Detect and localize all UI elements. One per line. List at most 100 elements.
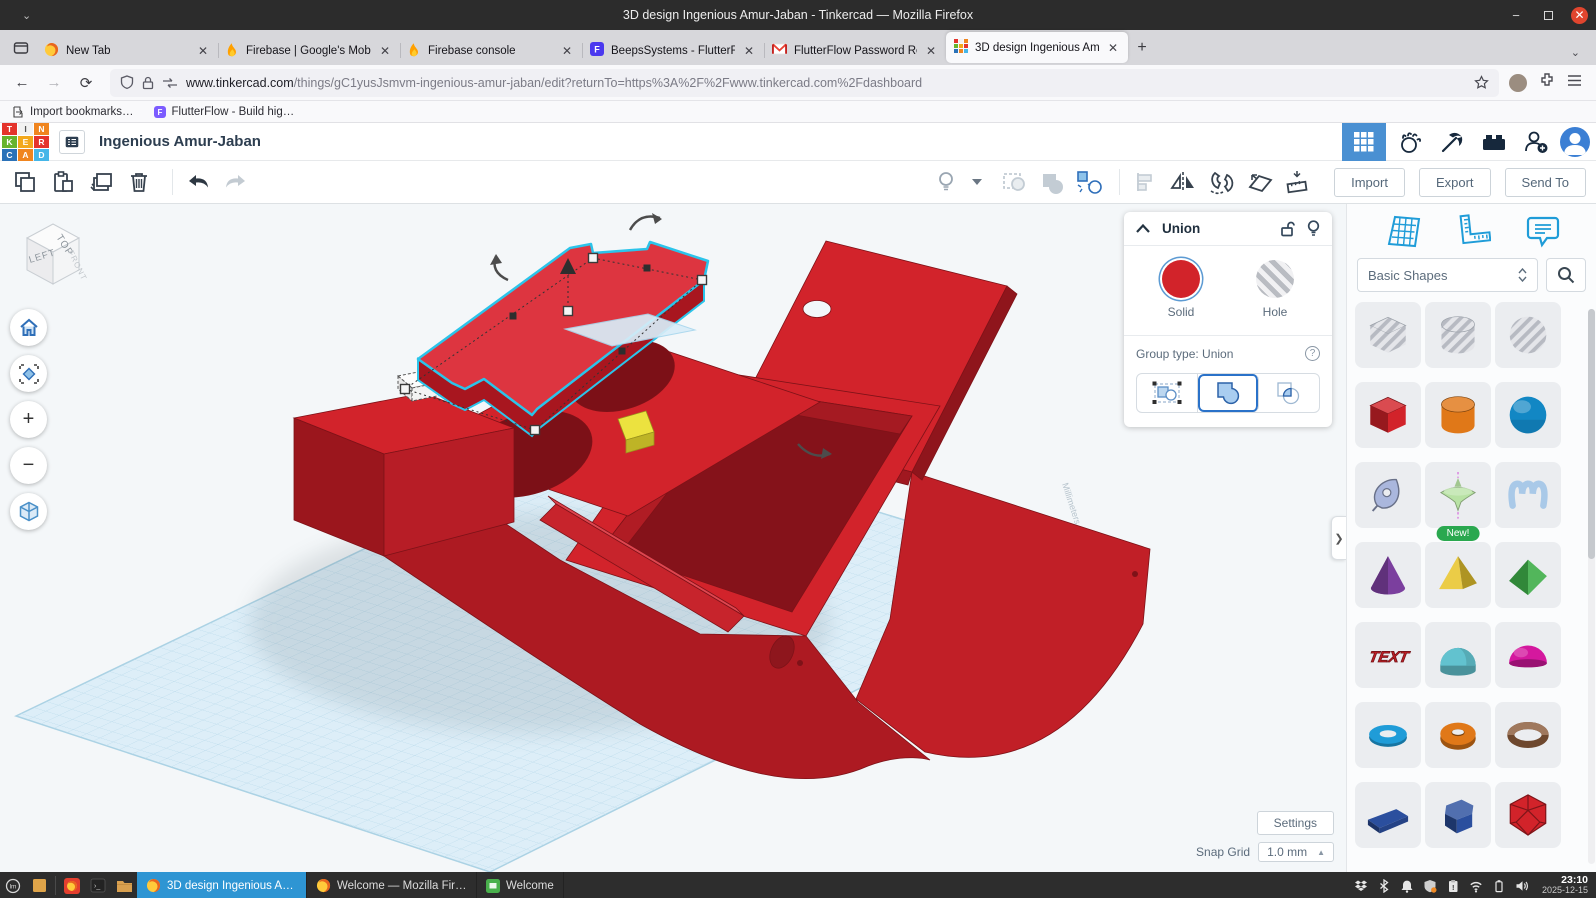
shape-tile-half-sphere[interactable]	[1495, 622, 1561, 688]
shape-tile-roof[interactable]	[1495, 542, 1561, 608]
help-icon[interactable]: ?	[1305, 346, 1320, 361]
settings-button[interactable]: Settings	[1257, 811, 1334, 835]
group-type-select[interactable]	[1137, 374, 1198, 412]
browser-tab-5[interactable]: 3D design Ingenious Amur-J✕	[946, 32, 1128, 63]
tinkercad-logo[interactable]: TINKERCAD	[2, 123, 49, 161]
home-view-button[interactable]	[10, 309, 47, 346]
lego-brick-icon[interactable]	[1476, 126, 1512, 158]
view-cube[interactable]: TOP LEFT FRONT	[16, 214, 90, 294]
perspective-button[interactable]	[10, 493, 47, 530]
group-type-intersect[interactable]	[1259, 374, 1319, 412]
magnet-snap-icon[interactable]	[1206, 167, 1236, 197]
browser-tab-3[interactable]: FBeepsSystems - FlutterFlow✕	[582, 36, 764, 65]
tab-close-icon[interactable]: ✕	[742, 44, 756, 58]
shape-tile-prism[interactable]	[1425, 782, 1491, 848]
import-button[interactable]: Import	[1334, 168, 1405, 197]
url-bar[interactable]: www.tinkercad.com/things/gC1yusJsmvm-ing…	[110, 69, 1499, 97]
shape-tile-half-cylinder[interactable]	[1425, 622, 1491, 688]
volume-icon[interactable]	[1515, 879, 1529, 893]
bookmark-star-icon[interactable]	[1474, 75, 1489, 90]
browser-tab-1[interactable]: Firebase | Google's Mobile a✕	[218, 36, 400, 65]
workplane-tool-icon[interactable]	[1244, 167, 1274, 197]
viewport-3d[interactable]: Millimeters	[0, 204, 1346, 872]
wifi-icon[interactable]	[1469, 879, 1483, 893]
delete-icon[interactable]	[124, 167, 154, 197]
browser-tab-2[interactable]: Firebase console✕	[400, 36, 582, 65]
category-select[interactable]: Basic Shapes	[1357, 258, 1538, 292]
tab-close-icon[interactable]: ✕	[924, 44, 938, 58]
shape-tile-pyramid[interactable]	[1425, 542, 1491, 608]
search-button[interactable]	[1546, 258, 1586, 292]
clock[interactable]: 23:10 2025-12-15	[1538, 875, 1588, 895]
snap-grid-select[interactable]: 1.0 mm▲	[1258, 842, 1334, 862]
shape-tile-tube[interactable]	[1495, 702, 1561, 768]
shape-tile-squiggle[interactable]	[1495, 462, 1561, 528]
close-button[interactable]: ✕	[1571, 7, 1588, 24]
shape-tile-spinning-top[interactable]: New!	[1425, 462, 1491, 528]
sendto-button[interactable]: Send To	[1505, 168, 1586, 197]
visibility-bulb-icon[interactable]	[1307, 220, 1320, 237]
design-menu-icon[interactable]	[59, 130, 85, 154]
duplicate-icon[interactable]	[86, 167, 116, 197]
start-menu-icon[interactable]: lm	[0, 872, 26, 898]
show-hide-bulb-icon[interactable]	[931, 167, 961, 197]
tab-close-icon[interactable]: ✕	[378, 44, 392, 58]
collapse-chevron-icon[interactable]	[1136, 224, 1150, 233]
show-desktop-icon[interactable]	[26, 872, 52, 898]
firefox-view-icon[interactable]	[6, 34, 36, 62]
tab-close-icon[interactable]: ✕	[196, 44, 210, 58]
shape-tile-wedge[interactable]	[1355, 782, 1421, 848]
files-launcher-icon[interactable]	[111, 872, 137, 898]
export-button[interactable]: Export	[1419, 168, 1491, 197]
notes-icon[interactable]	[1525, 213, 1561, 249]
reload-button[interactable]: ⟳	[72, 69, 100, 97]
tab-close-icon[interactable]: ✕	[1106, 41, 1120, 55]
list-all-tabs-icon[interactable]: ⌄	[1561, 46, 1590, 59]
design-title[interactable]: Ingenious Amur-Jaban	[99, 133, 261, 150]
bookmark-flutterflow[interactable]: F FlutterFlow - Build hig…	[154, 106, 295, 118]
shape-tile-sphere-hole[interactable]	[1495, 302, 1561, 368]
paste-icon[interactable]	[48, 167, 78, 197]
chevron-down-icon[interactable]: ⌄	[22, 9, 31, 22]
firefox-launcher-icon[interactable]	[59, 872, 85, 898]
shapes-scrollbar[interactable]	[1588, 309, 1595, 864]
taskbar-window-2[interactable]: Welcome	[477, 872, 564, 898]
browser-tab-4[interactable]: FlutterFlow Password Reset✕	[764, 36, 946, 65]
hole-option[interactable]: Hole	[1256, 260, 1294, 319]
battery-icon[interactable]	[1492, 879, 1506, 893]
shield-icon[interactable]	[1423, 879, 1437, 893]
solid-swatch[interactable]	[1162, 260, 1200, 298]
shape-tile-torus-thick[interactable]	[1425, 702, 1491, 768]
back-button[interactable]: ←	[8, 69, 36, 97]
shape-tile-cylinder-hole[interactable]	[1425, 302, 1491, 368]
tab-close-icon[interactable]: ✕	[560, 44, 574, 58]
dashboard-grid-button[interactable]	[1342, 123, 1386, 161]
minecraft-pickaxe-icon[interactable]	[1434, 126, 1470, 158]
redo-icon[interactable]	[221, 167, 251, 197]
shape-tile-scribble[interactable]	[1355, 462, 1421, 528]
workplane-icon[interactable]	[1382, 213, 1422, 249]
minimize-button[interactable]: −	[1507, 6, 1525, 24]
dropbox-icon[interactable]	[1354, 879, 1368, 893]
taskbar-window-1[interactable]: Welcome — Mozilla Firefox	[307, 872, 477, 898]
align-icon[interactable]	[1130, 167, 1160, 197]
group-type-union[interactable]	[1198, 374, 1259, 412]
simlab-ball-icon[interactable]	[1392, 126, 1428, 158]
ungroup-icon[interactable]	[1075, 167, 1105, 197]
browser-tab-0[interactable]: New Tab✕	[36, 36, 218, 65]
shape-tile-box[interactable]	[1355, 382, 1421, 448]
shape-tile-box-hole[interactable]	[1355, 302, 1421, 368]
zoom-out-button[interactable]: −	[10, 447, 47, 484]
lock-open-icon[interactable]	[1280, 221, 1295, 237]
undo-icon[interactable]	[183, 167, 213, 197]
maximize-button[interactable]	[1539, 6, 1557, 24]
shape-tile-torus[interactable]	[1355, 702, 1421, 768]
new-tab-button[interactable]: +	[1128, 34, 1156, 62]
lock-icon[interactable]	[142, 76, 154, 90]
terminal-launcher-icon[interactable]: ›_	[85, 872, 111, 898]
mirror-flip-icon[interactable]	[1168, 167, 1198, 197]
bluetooth-icon[interactable]	[1377, 879, 1391, 893]
solid-option[interactable]: Solid	[1162, 260, 1200, 319]
shield-icon[interactable]	[120, 75, 134, 90]
clipboard-icon[interactable]: !	[1446, 879, 1460, 893]
